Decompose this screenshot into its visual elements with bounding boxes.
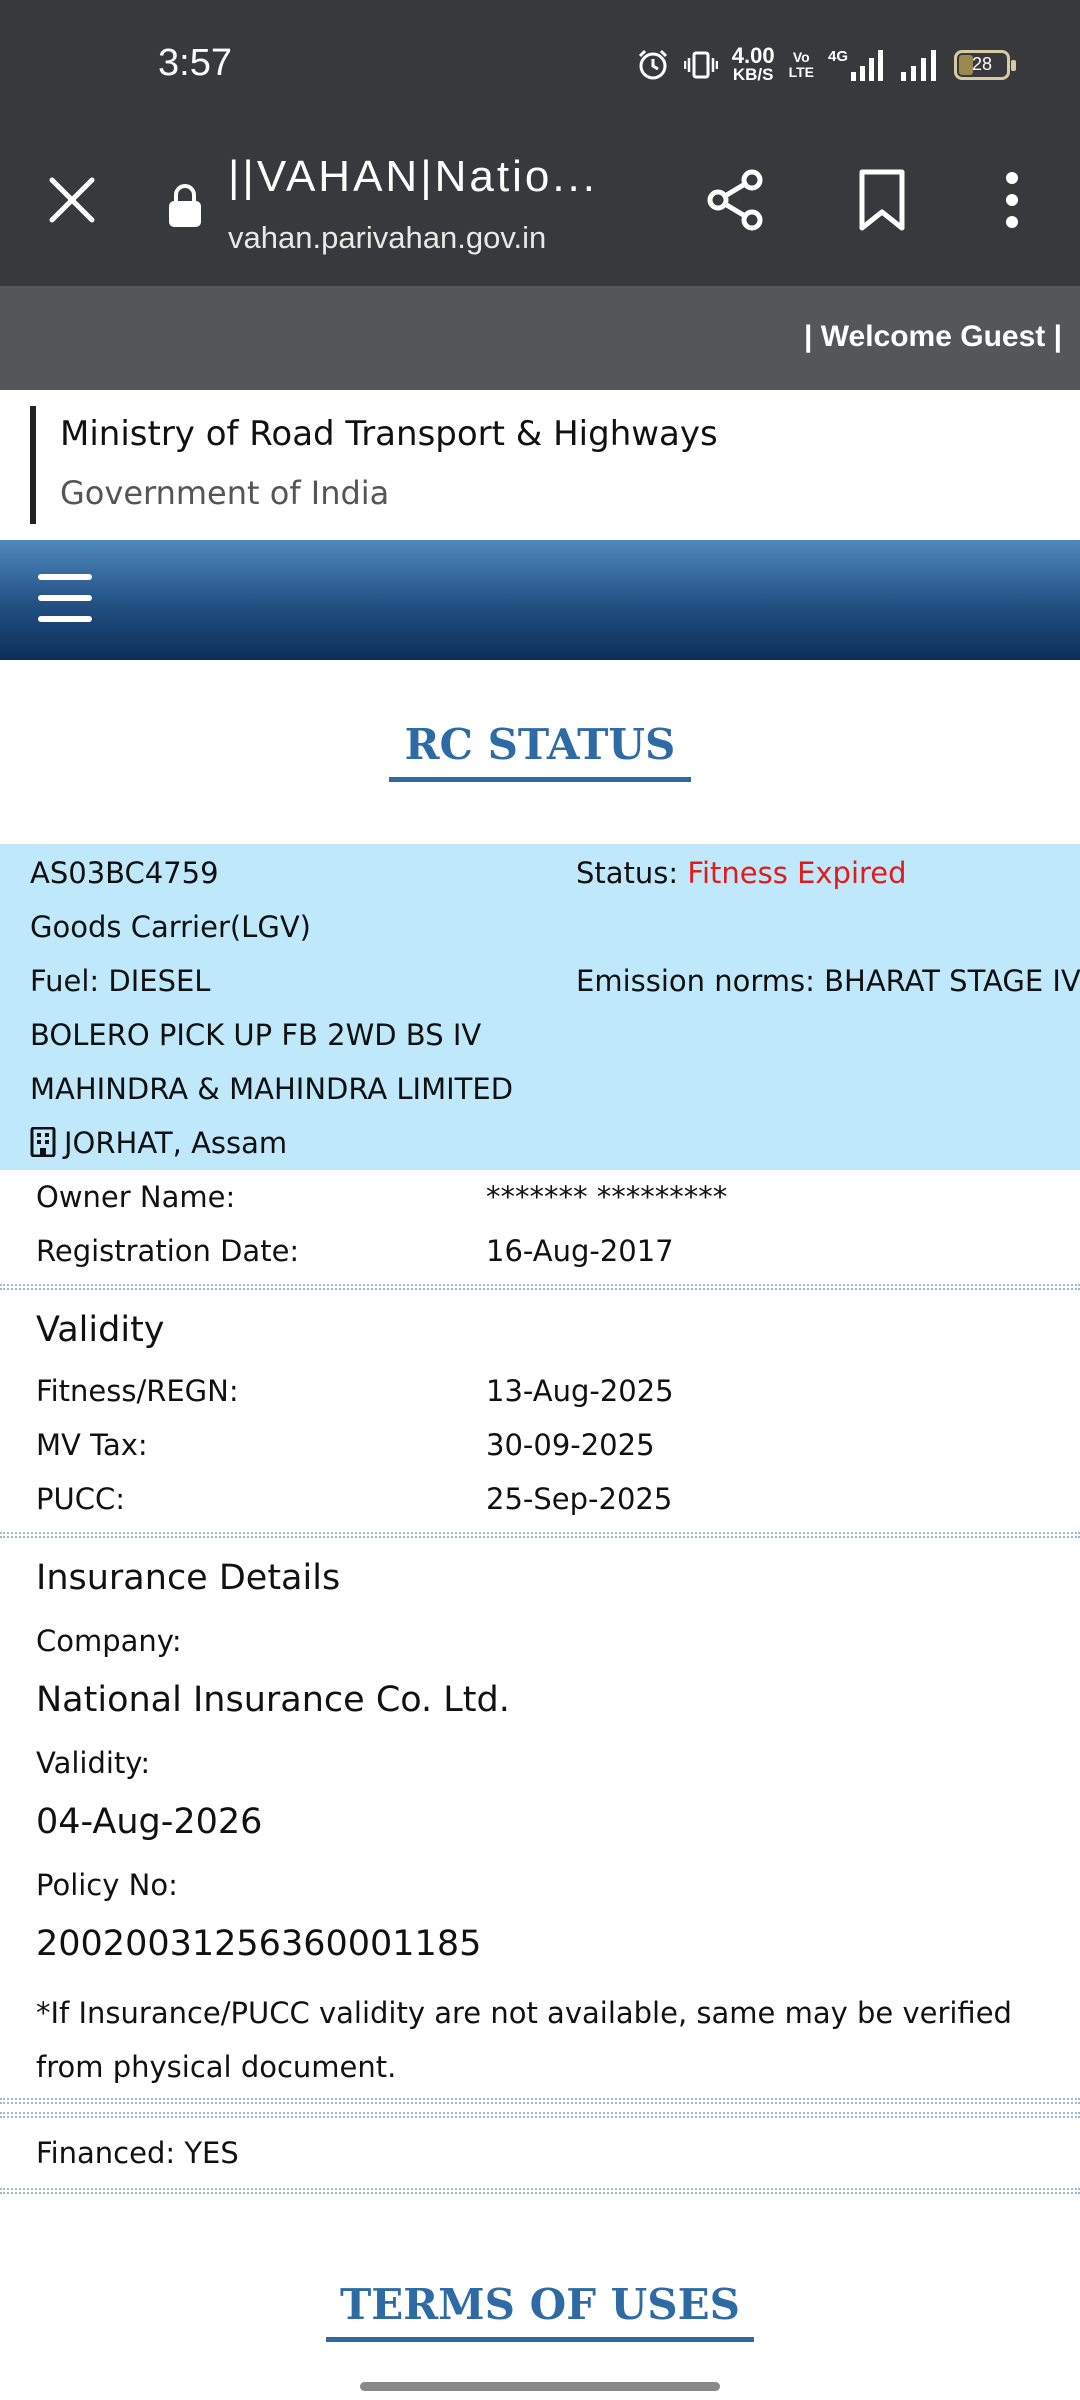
insurance-validity-value: 04-Aug-2026: [36, 1802, 263, 1842]
location-text: JORHAT, Assam: [64, 1126, 288, 1160]
registration-number: AS03BC4759: [30, 856, 219, 890]
emission-norms: Emission norms: BHARAT STAGE IV: [576, 964, 1080, 998]
hamburger-menu-icon[interactable]: [38, 574, 92, 624]
signal-strength-icon-sim2: [901, 49, 936, 81]
registration-date-value: 16-Aug-2017: [486, 1234, 674, 1268]
validity-heading: Validity: [36, 1310, 165, 1350]
volte-top: Vo: [792, 48, 810, 65]
insurance-company-label: Company:: [36, 1624, 182, 1658]
owner-name-value: ******* *********: [486, 1180, 728, 1214]
insurance-validity-label: Validity:: [36, 1746, 151, 1780]
vehicle-info-box: AS03BC4759 Status: Fitness Expired Goods…: [0, 844, 1080, 1170]
browser-toolbar: ||VAHAN|Natio... vahan.parivahan.gov.in: [0, 132, 1080, 286]
battery-icon: 28: [954, 49, 1016, 80]
fitness-value: 13-Aug-2025: [486, 1374, 674, 1408]
status-row: Status: Fitness Expired: [576, 856, 907, 890]
signal-4g: 4G: [828, 48, 886, 82]
alarm-icon: [638, 49, 667, 79]
registration-location: JORHAT, Assam: [30, 1126, 287, 1160]
terms-of-uses-title[interactable]: TERMS OF USES: [326, 2280, 754, 2342]
close-icon[interactable]: [44, 172, 100, 228]
bookmark-icon[interactable]: [856, 168, 908, 232]
insurance-note: *If Insurance/PUCC validity are not avai…: [36, 1996, 1012, 2084]
status-icons: 4.00 KB/S Vo LTE 4G 28: [636, 43, 1016, 84]
battery-fill: [959, 54, 973, 75]
financed-status: Financed: YES: [36, 2136, 239, 2170]
owner-name-label: Owner Name:: [36, 1180, 236, 1214]
clock-time: 3:57: [158, 42, 232, 84]
network-type: 4G: [827, 47, 848, 65]
building-icon: [30, 1127, 56, 1157]
vehicle-model: BOLERO PICK UP FB 2WD BS IV: [30, 1018, 482, 1052]
lock-icon[interactable]: [166, 182, 204, 228]
pucc-label: PUCC:: [36, 1482, 125, 1516]
network-speed-unit: KB/S: [732, 65, 774, 84]
signal-strength-icon: [851, 49, 883, 81]
gesture-navigation-bar[interactable]: [360, 2382, 720, 2391]
status-label: Status:: [576, 856, 679, 890]
more-options-icon[interactable]: [1000, 168, 1024, 232]
section-divider: [0, 2112, 1080, 2118]
section-divider: [0, 2098, 1080, 2104]
policy-number-value: 20020031256360001185: [36, 1924, 482, 1964]
government-name: Government of India: [60, 474, 390, 512]
policy-number-label: Policy No:: [36, 1868, 178, 1902]
ministry-name: Ministry of Road Transport & Highways: [60, 414, 718, 454]
vehicle-class: Goods Carrier(LGV): [30, 910, 311, 944]
rc-status-title: RC STATUS: [388, 720, 692, 782]
share-icon[interactable]: [704, 168, 768, 232]
insurance-company-value: National Insurance Co. Ltd.: [36, 1680, 510, 1720]
network-speed-value: 4.00: [731, 43, 775, 68]
volte-indicator: Vo LTE: [788, 48, 814, 80]
terms-heading: TERMS OF USES: [0, 2280, 1080, 2342]
registration-date-label: Registration Date:: [36, 1234, 300, 1268]
battery-level: 28: [971, 54, 993, 74]
section-divider: [0, 1532, 1080, 1538]
rc-status-heading: RC STATUS: [0, 720, 1080, 782]
insurance-heading: Insurance Details: [36, 1558, 341, 1598]
fuel-type: Fuel: DIESEL: [30, 964, 211, 998]
ministry-header: Ministry of Road Transport & Highways Go…: [30, 406, 1050, 524]
fitness-label: Fitness/REGN:: [36, 1374, 239, 1408]
pucc-value: 25-Sep-2025: [486, 1482, 673, 1516]
navigation-bar: [0, 540, 1080, 660]
vehicle-maker: MAHINDRA & MAHINDRA LIMITED: [30, 1072, 514, 1106]
section-divider: [0, 1284, 1080, 1290]
mv-tax-label: MV Tax:: [36, 1428, 148, 1462]
section-divider: [0, 2188, 1080, 2194]
volte-bottom: LTE: [788, 63, 814, 80]
status-value: Fitness Expired: [687, 856, 907, 890]
welcome-guest[interactable]: | Welcome Guest |: [804, 320, 1062, 354]
vibrate-icon: [683, 51, 718, 78]
mv-tax-value: 30-09-2025: [486, 1428, 655, 1462]
status-bar: 3:57 4.00 KB/S Vo LTE 4G 28: [0, 0, 1080, 132]
url-text[interactable]: vahan.parivahan.gov.in: [228, 220, 546, 256]
welcome-bar: | Welcome Guest |: [0, 286, 1080, 390]
page-title[interactable]: ||VAHAN|Natio...: [228, 152, 598, 202]
network-speed: 4.00 KB/S: [731, 43, 775, 84]
